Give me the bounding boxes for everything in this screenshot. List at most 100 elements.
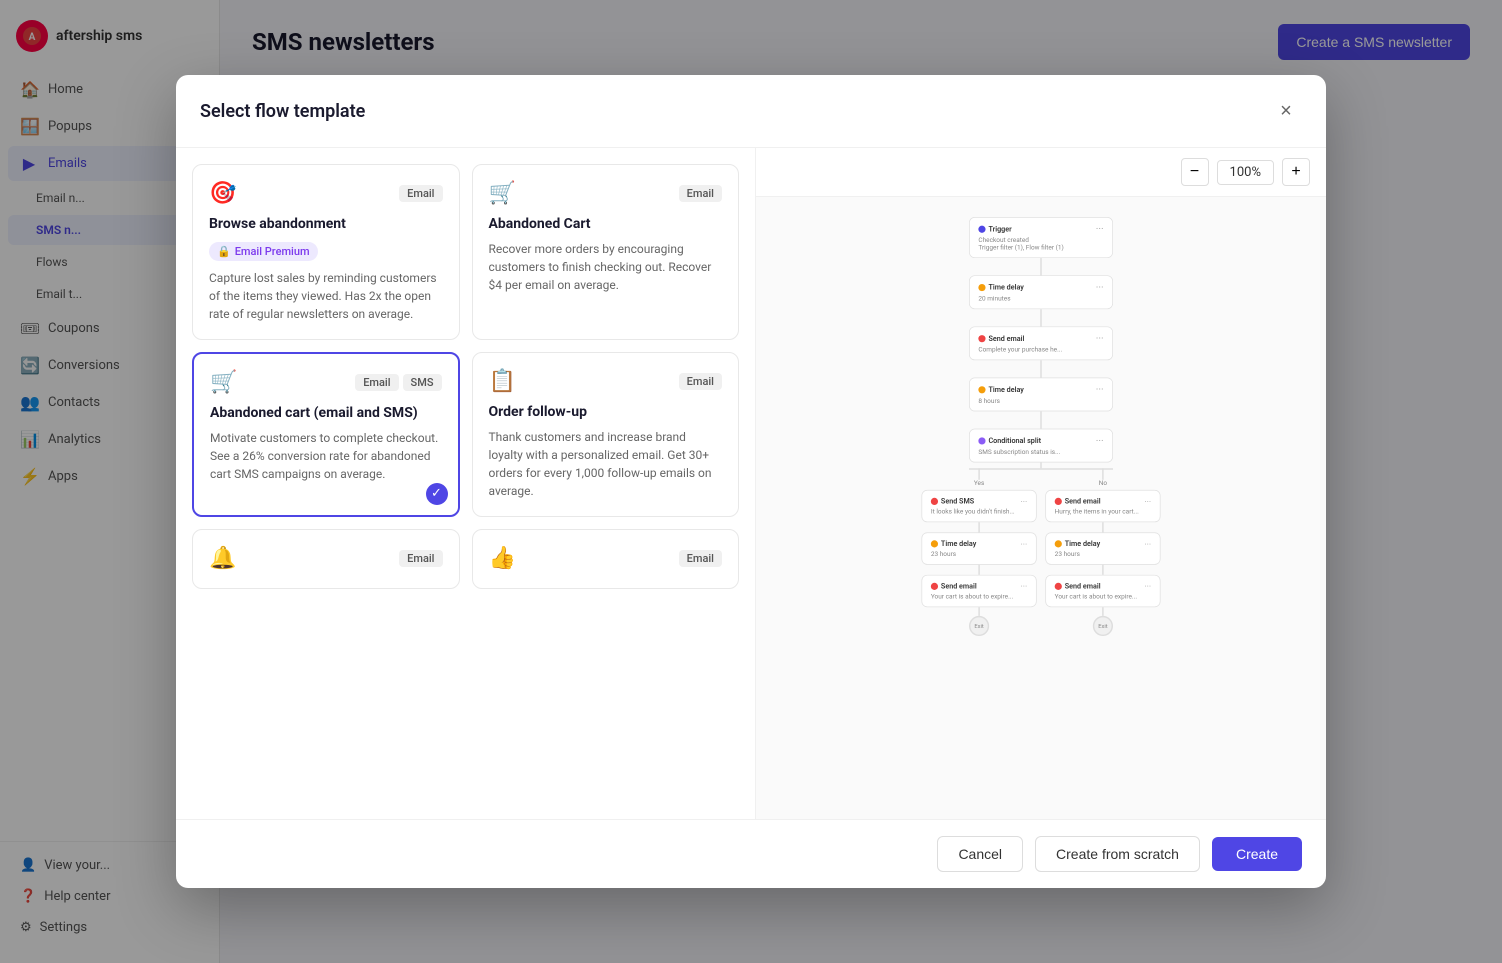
email-no-title: Send email: [1065, 497, 1101, 505]
tag-email: Email: [679, 185, 722, 202]
create-button[interactable]: Create: [1212, 837, 1302, 871]
template-card-abandoned-cart[interactable]: 🛒 Email Abandoned Cart Recover more orde…: [472, 164, 740, 340]
no-end-circle: Exit: [1093, 616, 1113, 636]
zoom-in-button[interactable]: +: [1282, 158, 1310, 186]
card-tags: Email: [679, 185, 722, 202]
email-yes-dot: [931, 583, 938, 590]
flow-diagram: Trigger ··· Checkout created Trigger fil…: [861, 217, 1221, 636]
delay-yes-menu: ···: [1021, 539, 1028, 549]
modal-footer: Cancel Create from scratch Create: [176, 819, 1326, 888]
modal-close-button[interactable]: ×: [1270, 95, 1302, 127]
preview-toolbar: − 100% +: [756, 148, 1326, 197]
connector-4: [1040, 411, 1041, 428]
email-yes-title: Send email: [941, 582, 977, 590]
template-card-browse-abandonment[interactable]: 🎯 Email Browse abandonment 🔒 Email Premi…: [192, 164, 460, 340]
template-card-5[interactable]: 🔔 Email: [192, 529, 460, 589]
delay2-subtitle: 8 hours: [978, 398, 1103, 405]
sms-menu: ···: [1021, 496, 1028, 506]
trigger-title: Trigger: [988, 225, 1011, 233]
delay1-title: Time delay: [988, 284, 1023, 292]
template-list: 🎯 Email Browse abandonment 🔒 Email Premi…: [176, 148, 756, 819]
flow-node-delay-no: Time delay ··· 23 hours: [1045, 532, 1160, 564]
connector-1: [1040, 258, 1041, 275]
flow-node-email-yes: Send email ··· Your cart is about to exp…: [921, 575, 1036, 607]
abandoned-cart-sms-icon: 🛒: [210, 370, 237, 395]
tag-email: Email: [679, 550, 722, 567]
no-conn3: [1102, 607, 1103, 616]
order-followup-icon: 📋: [489, 369, 516, 394]
trigger-dot: [978, 226, 985, 233]
trigger-extra: Trigger filter (1), Flow filter (1): [978, 244, 1103, 251]
email-yes-subtitle: Your cart is about to expire...: [931, 594, 1027, 601]
abandoned-cart-icon: 🛒: [489, 181, 516, 206]
send-email1-dot: [978, 335, 985, 342]
delay1-subtitle: 20 minutes: [978, 295, 1103, 302]
delay-yes-title: Time delay: [941, 540, 976, 548]
yes-branch: Yes Send SMS ···: [921, 468, 1036, 636]
yes-connector-top: [978, 468, 979, 480]
tag-email: Email: [679, 373, 722, 390]
email-yes-menu: ···: [1021, 581, 1028, 591]
card-tags: Email: [679, 373, 722, 390]
modal-overlay: Select flow template × 🎯 Email Browse ab…: [0, 0, 1502, 963]
email2-no-title: Send email: [1065, 582, 1101, 590]
modal: Select flow template × 🎯 Email Browse ab…: [176, 75, 1326, 888]
split-branch-container: Yes Send SMS ···: [861, 468, 1221, 636]
yes-conn2: [978, 565, 979, 575]
tag-email: Email: [355, 374, 398, 391]
zoom-value: 100%: [1217, 160, 1274, 185]
card-header: 🛒 Email: [489, 181, 723, 206]
no-exit-label: Exit: [1098, 623, 1107, 629]
flow-node-delay-yes: Time delay ··· 23 hours: [921, 532, 1036, 564]
card-title-abandoned-cart-sms: Abandoned cart (email and SMS): [210, 405, 442, 421]
card-title-browse-abandonment: Browse abandonment: [209, 216, 443, 232]
email-no-menu: ···: [1144, 496, 1151, 506]
email-no-dot: [1055, 498, 1062, 505]
branch-h-line: [969, 468, 1113, 469]
email2-no-subtitle: Your cart is about to expire...: [1055, 594, 1151, 601]
card-desc-abandoned-cart-sms: Motivate customers to complete checkout.…: [210, 429, 442, 483]
card5-icon: 🔔: [209, 546, 236, 571]
send-email1-title: Send email: [988, 335, 1024, 343]
template-card-6[interactable]: 👍 Email: [472, 529, 740, 589]
tag-email: Email: [399, 550, 442, 567]
flow-node-trigger: Trigger ··· Checkout created Trigger fil…: [969, 217, 1113, 258]
card-tags: Email SMS: [355, 374, 441, 391]
template-card-abandoned-cart-sms[interactable]: 🛒 Email SMS Abandoned cart (email and SM…: [192, 352, 460, 517]
delay2-title: Time delay: [988, 386, 1023, 394]
card-header: 📋 Email: [489, 369, 723, 394]
lock-icon: 🔒: [217, 245, 231, 258]
card-header: 🛒 Email SMS: [210, 370, 442, 395]
modal-title: Select flow template: [200, 101, 365, 122]
flow-node-send-email1: Send email ··· Complete your purchase he…: [969, 326, 1113, 360]
delay1-menu: ···: [1096, 282, 1104, 294]
flow-node-delay1: Time delay ··· 20 minutes: [969, 275, 1113, 309]
create-from-scratch-button[interactable]: Create from scratch: [1035, 836, 1200, 872]
trigger-menu: ···: [1096, 223, 1104, 235]
template-card-order-followup[interactable]: 📋 Email Order follow-up Thank customers …: [472, 352, 740, 517]
premium-label: Email Premium: [235, 245, 310, 258]
yes-conn3: [978, 607, 979, 616]
split-menu: ···: [1096, 435, 1104, 447]
card-title-order-followup: Order follow-up: [489, 404, 723, 420]
card-tags: Email: [679, 550, 722, 567]
yes-exit-label: Exit: [974, 623, 983, 629]
delay1-dot: [978, 284, 985, 291]
card-header: 👍 Email: [489, 546, 723, 571]
yes-conn1: [978, 522, 979, 532]
flow-node-delay2: Time delay ··· 8 hours: [969, 378, 1113, 412]
delay-no-menu: ···: [1144, 539, 1151, 549]
cancel-button[interactable]: Cancel: [937, 836, 1023, 872]
zoom-out-button[interactable]: −: [1181, 158, 1209, 186]
card-header: 🎯 Email: [209, 181, 443, 206]
branch-columns: Yes Send SMS ···: [861, 468, 1221, 636]
modal-body: 🎯 Email Browse abandonment 🔒 Email Premi…: [176, 148, 1326, 819]
connector-2: [1040, 309, 1041, 326]
card-desc-abandoned-cart: Recover more orders by encouraging custo…: [489, 240, 723, 294]
no-label: No: [1099, 480, 1107, 487]
no-branch: No Send email ···: [1045, 468, 1160, 636]
flow-node-email-no: Send email ··· Hurry, the items in your …: [1045, 490, 1160, 522]
flow-node-send-sms: Send SMS ··· It looks like you didn't fi…: [921, 490, 1036, 522]
no-conn2: [1102, 565, 1103, 575]
tag-email: Email: [399, 185, 442, 202]
